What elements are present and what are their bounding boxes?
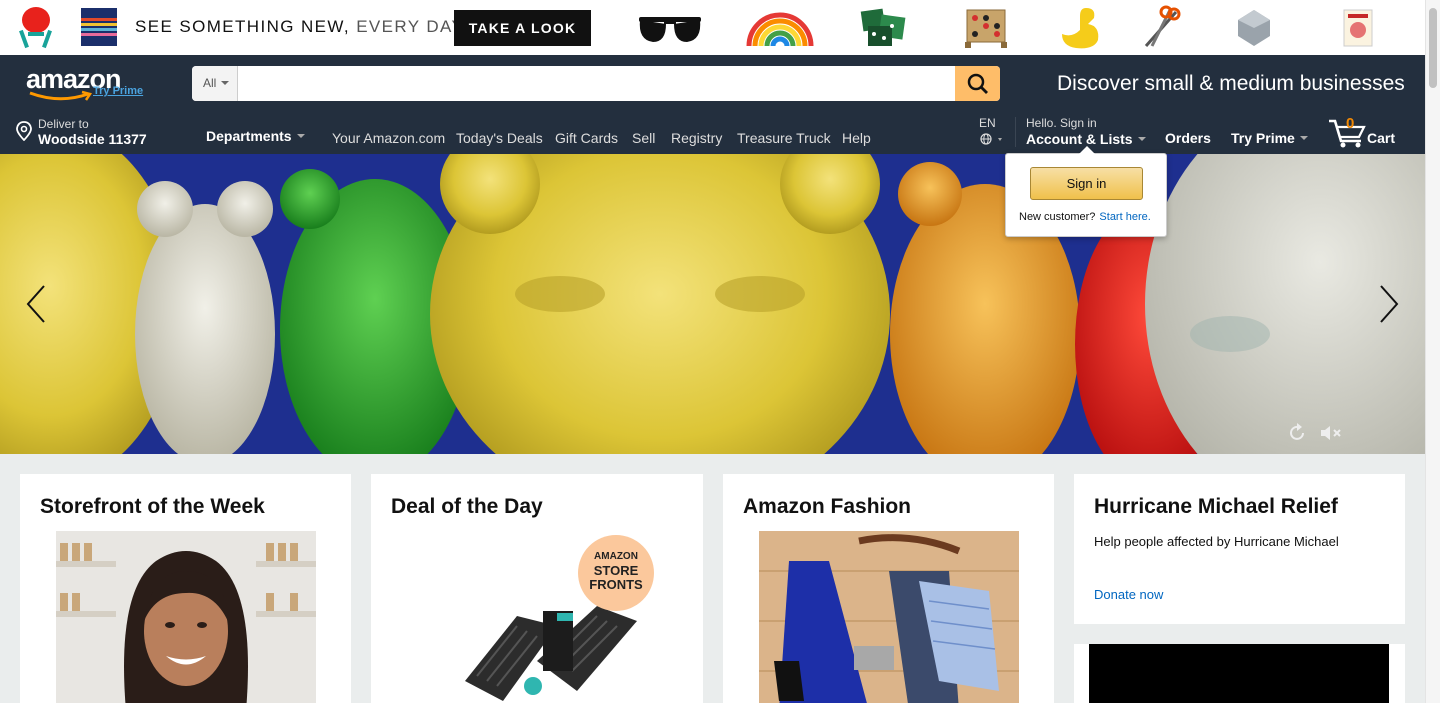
storefront-of-the-week-card[interactable]: Storefront of the Week — [20, 474, 351, 703]
orders-link[interactable]: Orders — [1165, 130, 1211, 146]
badge-line: STORE — [593, 563, 639, 578]
replay-icon[interactable] — [1288, 423, 1308, 443]
cart-count: 0 — [1346, 115, 1355, 132]
new-customer-prompt: New customer? Start here. — [1019, 211, 1151, 223]
cart-button[interactable]: 0 Cart — [1328, 115, 1398, 149]
card-title: Hurricane Michael Relief — [1094, 495, 1338, 518]
nav-link-treasure-truck[interactable]: Treasure Truck — [737, 130, 831, 146]
hero-gummy-bears-image — [0, 154, 1425, 454]
book-icon[interactable] — [1338, 4, 1382, 50]
video-player[interactable] — [1089, 644, 1389, 703]
account-greeting: Hello. Sign in — [1026, 116, 1097, 130]
promo-banner[interactable]: SEE SOMETHING NEW, EVERY DAY. TAKE A LOO… — [0, 0, 1425, 55]
nav-link-sell[interactable]: Sell — [632, 130, 655, 146]
fashion-flatlay-image[interactable] — [759, 531, 1019, 703]
amazon-fashion-card[interactable]: Amazon Fashion — [723, 474, 1054, 703]
yellow-duck-icon[interactable] — [1058, 4, 1102, 50]
nav-link-registry[interactable]: Registry — [671, 130, 722, 146]
mute-icon[interactable] — [1319, 423, 1343, 443]
new-customer-label: New customer? — [1019, 211, 1096, 223]
search-input[interactable] — [239, 66, 954, 101]
departments-menu[interactable]: Departments — [206, 128, 305, 144]
chevron-down-icon — [1299, 136, 1308, 141]
start-here-link[interactable]: Start here. — [1099, 211, 1150, 223]
nav-link-your-amazon[interactable]: Your Amazon.com — [332, 130, 445, 146]
badge-line: FRONTS — [589, 577, 643, 592]
departments-label: Departments — [206, 128, 292, 144]
card-title: Deal of the Day — [391, 495, 543, 518]
carousel-next-arrow-icon[interactable] — [1377, 284, 1401, 324]
connect-four-game-icon[interactable] — [964, 4, 1008, 50]
page-scrollbar[interactable] — [1425, 0, 1440, 703]
discover-businesses-link[interactable]: Discover small & medium businesses — [1057, 72, 1405, 96]
sunglasses-icon[interactable] — [636, 4, 704, 50]
take-a-look-button[interactable]: TAKE A LOOK — [454, 10, 591, 46]
smart-speaker-icon[interactable] — [1232, 4, 1276, 50]
language-selector[interactable]: EN — [979, 116, 1002, 145]
carousel-prev-arrow-icon[interactable] — [24, 284, 48, 324]
scissors-icon[interactable] — [1140, 4, 1184, 50]
globe-icon — [980, 133, 1002, 145]
language-label: EN — [979, 116, 996, 130]
search-button[interactable] — [955, 66, 1000, 101]
nav-link-todays-deals[interactable]: Today's Deals — [456, 130, 543, 146]
rainbow-toy-icon[interactable] — [745, 4, 815, 50]
hurricane-description: Help people affected by Hurricane Michae… — [1094, 534, 1339, 549]
donate-now-link[interactable]: Donate now — [1094, 587, 1163, 602]
search-category-dropdown[interactable]: All — [192, 66, 238, 101]
promo-headline: SEE SOMETHING NEW, EVERY DAY. — [135, 17, 469, 36]
badge-line: AMAZON — [594, 551, 638, 562]
chevron-down-icon — [296, 134, 305, 139]
chevron-down-icon — [221, 80, 230, 85]
scrollbar-thumb[interactable] — [1429, 8, 1437, 88]
try-prime-label: Try Prime — [1231, 130, 1295, 146]
nav-divider — [1015, 117, 1016, 147]
amazon-logo[interactable]: amazon Try Prime — [26, 64, 156, 104]
search-bar: All — [192, 66, 1000, 101]
account-lists-menu[interactable]: Hello. Sign in Account & Lists — [1026, 116, 1146, 147]
storefronts-badge-text: AMAZON STORE FRONTS — [577, 550, 655, 592]
sign-in-flyout: Sign in New customer? Start here. — [1005, 146, 1167, 237]
top-navigation: amazon Try Prime All Discover small & me… — [0, 55, 1425, 154]
search-icon — [967, 73, 988, 94]
card-title: Storefront of the Week — [40, 495, 265, 518]
search-category-label: All — [203, 76, 217, 90]
logo-smile-icon — [29, 90, 93, 101]
pillows-icon[interactable] — [858, 4, 912, 50]
deliver-to-label: Deliver to — [38, 117, 89, 131]
storefront-owner-photo[interactable] — [56, 531, 316, 703]
video-card[interactable] — [1074, 644, 1405, 703]
account-lists-label: Account & Lists — [1026, 131, 1146, 147]
deliver-to-location-text: Woodside 11377 — [38, 131, 147, 147]
striped-blanket-icon — [79, 4, 123, 50]
chevron-down-icon — [1137, 137, 1146, 142]
card-title: Amazon Fashion — [743, 495, 912, 518]
mushroom-stool-icon — [14, 4, 58, 50]
deal-of-the-day-card[interactable]: Deal of the Day AMAZON STORE FRONTS — [371, 474, 703, 703]
location-pin-icon — [16, 121, 32, 141]
try-prime-menu[interactable]: Try Prime — [1231, 130, 1308, 146]
nav-link-help[interactable]: Help — [842, 130, 871, 146]
nav-link-gift-cards[interactable]: Gift Cards — [555, 130, 618, 146]
hero-carousel[interactable] — [0, 154, 1425, 454]
hurricane-relief-card: Hurricane Michael Relief Help people aff… — [1074, 474, 1405, 624]
try-prime-link[interactable]: Try Prime — [93, 85, 143, 97]
cart-label: Cart — [1367, 130, 1396, 146]
sign-in-button[interactable]: Sign in — [1030, 167, 1143, 200]
